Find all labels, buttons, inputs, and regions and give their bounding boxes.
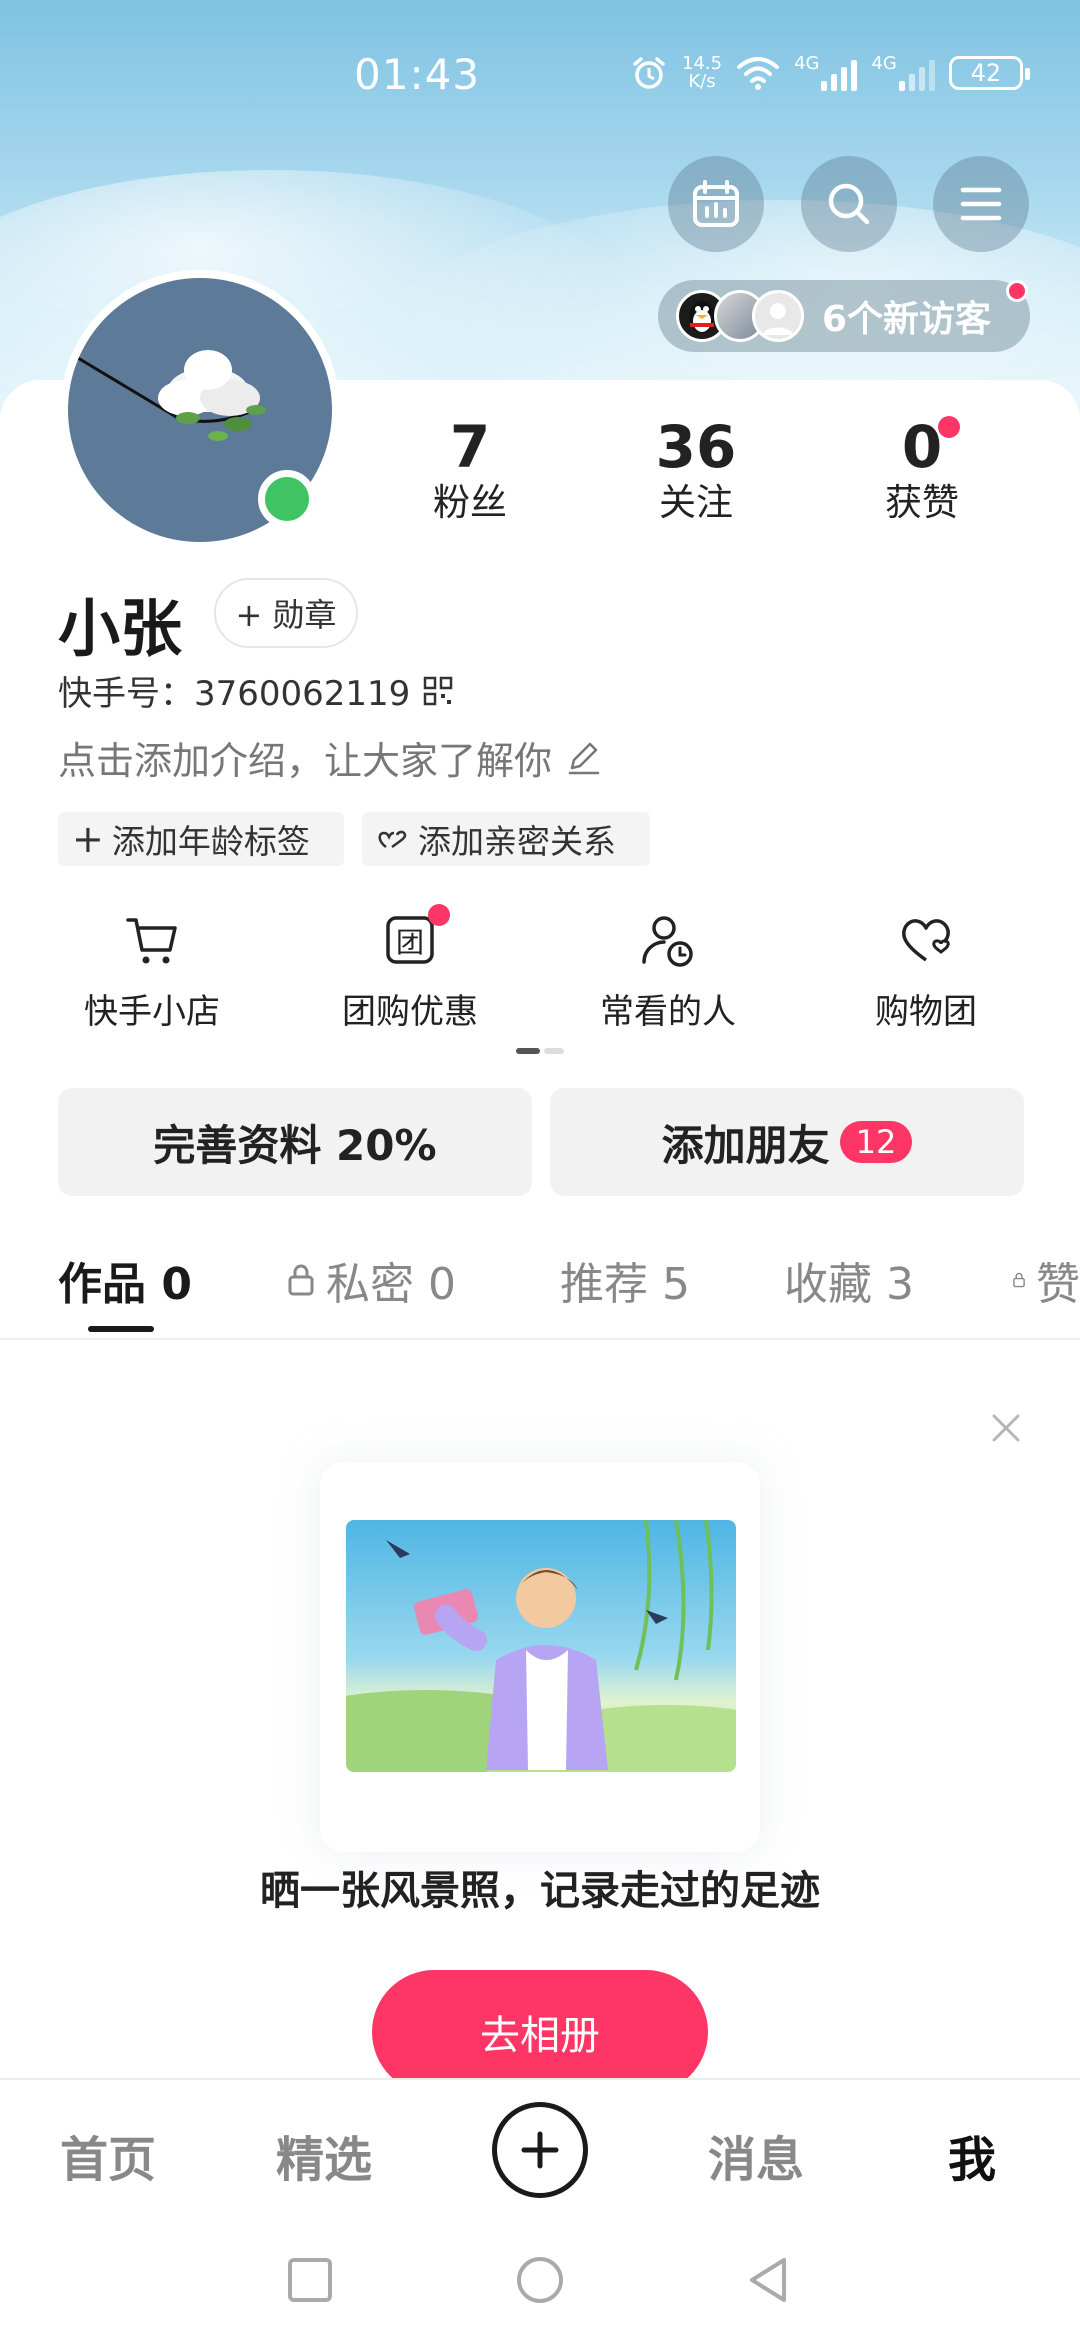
add-friends-count-badge: 12 xyxy=(839,1121,913,1163)
signal-2: 4G xyxy=(871,55,935,91)
visitors-notification-dot xyxy=(1006,280,1028,302)
likes-notification-dot xyxy=(938,416,960,438)
tag-relation-label: 添加亲密关系 xyxy=(418,822,616,861)
calendar-button[interactable] xyxy=(668,156,764,252)
menu-icon xyxy=(960,187,1002,221)
service-label: 购物团 xyxy=(875,992,977,1032)
intro-placeholder: 点击添加介绍，让大家了解你 xyxy=(58,739,553,783)
stat-label: 粉丝 xyxy=(433,481,507,524)
default-user-icon xyxy=(763,303,793,335)
active-tab-indicator xyxy=(88,1326,154,1332)
service-label: 快手小店 xyxy=(84,992,220,1032)
profile-name: 小张 xyxy=(58,592,183,665)
status-icons: 14.5 K/s 4G 4G 42 xyxy=(630,53,1030,92)
service-shopping-group[interactable]: 购物团 xyxy=(826,910,1026,1033)
plus-icon: + xyxy=(72,817,104,861)
stat-following[interactable]: 36 关注 xyxy=(606,414,786,526)
tab-favorites[interactable]: 收藏 3 xyxy=(784,1248,914,1312)
tab-private[interactable]: 私密 0 xyxy=(286,1248,456,1312)
edit-pencil-icon xyxy=(568,742,600,774)
lock-icon xyxy=(1013,1272,1025,1288)
add-friends-label: 添加朋友 xyxy=(661,1120,830,1170)
visitors-label: 6个新访客 xyxy=(822,299,992,340)
signal-1: 4G xyxy=(794,55,858,91)
group-buy-notification-dot xyxy=(428,904,450,926)
status-time: 01:43 xyxy=(354,50,481,99)
services-page-indicator xyxy=(516,1048,564,1054)
back-triangle-icon[interactable] xyxy=(744,2254,792,2306)
create-post-button[interactable] xyxy=(492,2102,588,2198)
alarm-icon xyxy=(633,57,665,89)
menu-button[interactable] xyxy=(933,156,1029,252)
cart-icon xyxy=(126,918,177,964)
battery-indicator: 42 xyxy=(948,56,1030,90)
service-label: 团购优惠 xyxy=(342,992,478,1032)
go-to-album-button[interactable]: 去相册 xyxy=(372,1970,708,2094)
intro-field[interactable]: 点击添加介绍，让大家了解你 xyxy=(58,730,604,785)
complete-profile-button[interactable]: 完善资料 20% xyxy=(58,1088,532,1196)
tab-label: 赞 xyxy=(1036,1259,1080,1310)
visitor-avatars xyxy=(676,286,816,346)
stat-value: 7 xyxy=(449,413,491,481)
qr-code-icon xyxy=(424,676,453,705)
stat-value: 36 xyxy=(655,413,737,481)
add-badge-button[interactable]: + 勋章 xyxy=(214,578,358,648)
search-icon xyxy=(828,183,870,225)
tag-age-label: 添加年龄标签 xyxy=(111,822,310,861)
nav-home[interactable]: 首页 xyxy=(60,2120,156,2190)
tab-label: 私密 0 xyxy=(326,1259,456,1310)
nav-me[interactable]: 我 xyxy=(948,2120,996,2190)
plus-icon xyxy=(521,2131,559,2169)
online-status-dot xyxy=(258,470,316,528)
stat-likes[interactable]: 0 获赞 xyxy=(832,414,1012,526)
svg-text:团: 团 xyxy=(396,926,424,959)
complete-profile-label: 完善资料 20% xyxy=(153,1120,437,1170)
search-button[interactable] xyxy=(801,156,897,252)
service-group-buy[interactable]: 团 团购优惠 xyxy=(310,904,510,1033)
service-frequent-people[interactable]: 常看的人 xyxy=(568,910,768,1033)
network-speed: 14.5 K/s xyxy=(682,53,723,92)
service-label: 常看的人 xyxy=(600,992,736,1032)
close-icon[interactable] xyxy=(986,1408,1026,1448)
add-relation-button[interactable]: 添加亲密关系 xyxy=(362,812,650,866)
lock-icon xyxy=(288,1264,314,1296)
tabs-divider xyxy=(0,1338,1080,1340)
user-clock-icon xyxy=(642,916,693,967)
home-circle-icon[interactable] xyxy=(514,2254,566,2306)
wifi-icon xyxy=(737,57,780,90)
tab-label: 推荐 5 xyxy=(560,1259,690,1310)
stat-label: 获赞 xyxy=(885,481,959,524)
heart-shop-icon xyxy=(902,919,950,962)
stat-followers[interactable]: 7 粉丝 xyxy=(380,414,560,526)
kuaishou-id[interactable]: 快手号：3760062119 xyxy=(58,666,454,715)
tab-liked[interactable]: 赞 xyxy=(1012,1248,1080,1312)
linked-hearts-icon xyxy=(378,830,407,849)
nav-messages[interactable]: 消息 xyxy=(708,2120,804,2190)
nav-featured[interactable]: 精选 xyxy=(276,2120,372,2190)
tab-recommended[interactable]: 推荐 5 xyxy=(560,1248,690,1312)
tab-label: 作品 0 xyxy=(58,1259,192,1310)
service-kuaishou-shop[interactable]: 快手小店 xyxy=(52,910,252,1033)
tab-label: 收藏 3 xyxy=(784,1259,914,1310)
tab-works[interactable]: 作品 0 xyxy=(58,1248,192,1312)
empty-state-prompt: 晒一张风景照，记录走过的足迹 xyxy=(260,1868,820,1914)
stat-value: 0 xyxy=(901,413,943,481)
add-friends-button[interactable]: 添加朋友 12 xyxy=(550,1088,1024,1196)
stat-label: 关注 xyxy=(659,481,733,524)
calendar-icon xyxy=(693,180,739,227)
add-age-tag-button[interactable]: + 添加年龄标签 xyxy=(58,812,344,866)
visitor-avatar xyxy=(752,290,804,342)
landscape-illustration xyxy=(346,1520,736,1772)
new-visitors-button[interactable]: 6个新访客 xyxy=(658,280,1030,352)
kuaishou-id-text: 快手号：3760062119 xyxy=(58,674,411,714)
recent-apps-icon[interactable] xyxy=(286,2256,334,2304)
